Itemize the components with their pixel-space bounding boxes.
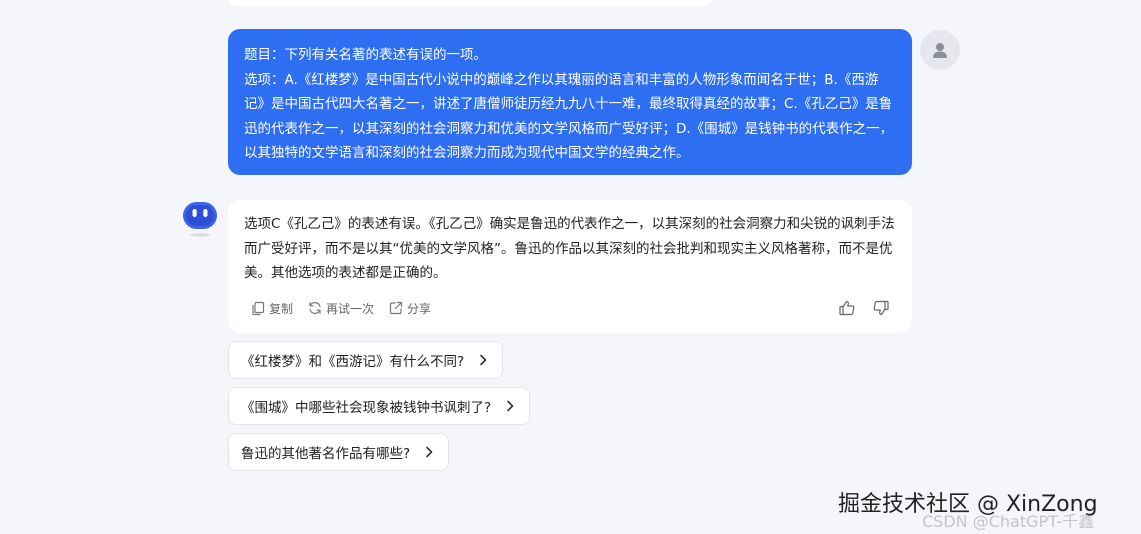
suggestion-text: 鲁迅的其他著名作品有哪些? [241, 446, 411, 462]
user-avatar [920, 30, 960, 70]
assistant-message-card: 选项C《孔乙己》的表述有误。《孔乙己》确实是鲁迅的代表作之一，以其深刻的社会洞察… [228, 200, 912, 333]
chevron-right-icon [478, 354, 488, 366]
suggestion-question-2[interactable]: 《围城》中哪些社会现象被钱钟书讽刺了? [228, 387, 531, 425]
robot-icon [183, 202, 217, 237]
refresh-icon [309, 302, 321, 314]
retry-label: 再试一次 [326, 301, 375, 316]
assistant-answer-text: 选项C《孔乙己》的表述有误。《孔乙己》确实是鲁迅的代表作之一，以其深刻的社会洞察… [244, 216, 895, 281]
message-action-bar: 复制 再试一次 分享 [250, 298, 890, 318]
share-label: 分享 [407, 301, 432, 316]
share-button[interactable]: 分享 [388, 300, 431, 317]
suggestion-text: 《围城》中哪些社会现象被钱钟书讽刺了? [241, 400, 492, 416]
suggestion-text: 《红楼梦》和《西游记》有什么不同? [241, 354, 465, 370]
user-options-text: 选项：A.《红楼梦》是中国古代小说中的巅峰之作以其瑰丽的语言和丰富的人物形象而闻… [244, 71, 894, 162]
watermark-juejin: 掘金技术社区 @ XinZong [838, 492, 1098, 517]
chevron-right-icon [505, 400, 515, 412]
copy-icon [252, 301, 265, 316]
share-icon [389, 301, 403, 315]
copy-label: 复制 [269, 301, 294, 316]
user-question-text: 题目：下列有关名著的表述有误的一项。 [244, 47, 487, 63]
suggestion-question-1[interactable]: 《红楼梦》和《西游记》有什么不同? [228, 341, 504, 379]
thumbs-down-icon [873, 300, 889, 316]
thumbs-down-button[interactable] [872, 299, 890, 317]
assistant-avatar [182, 200, 218, 237]
user-message-bubble: 题目：下列有关名著的表述有误的一项。 选项：A.《红楼梦》是中国古代小说中的巅峰… [228, 29, 912, 175]
chevron-right-icon [424, 446, 434, 458]
copy-button[interactable]: 复制 [250, 300, 293, 317]
retry-button[interactable]: 再试一次 [307, 300, 374, 317]
thumbs-up-icon [839, 300, 855, 316]
thumbs-up-button[interactable] [838, 299, 856, 317]
suggestion-question-3[interactable]: 鲁迅的其他著名作品有哪些? [228, 433, 450, 471]
user-icon [933, 43, 947, 58]
previous-message-card [228, 0, 712, 6]
